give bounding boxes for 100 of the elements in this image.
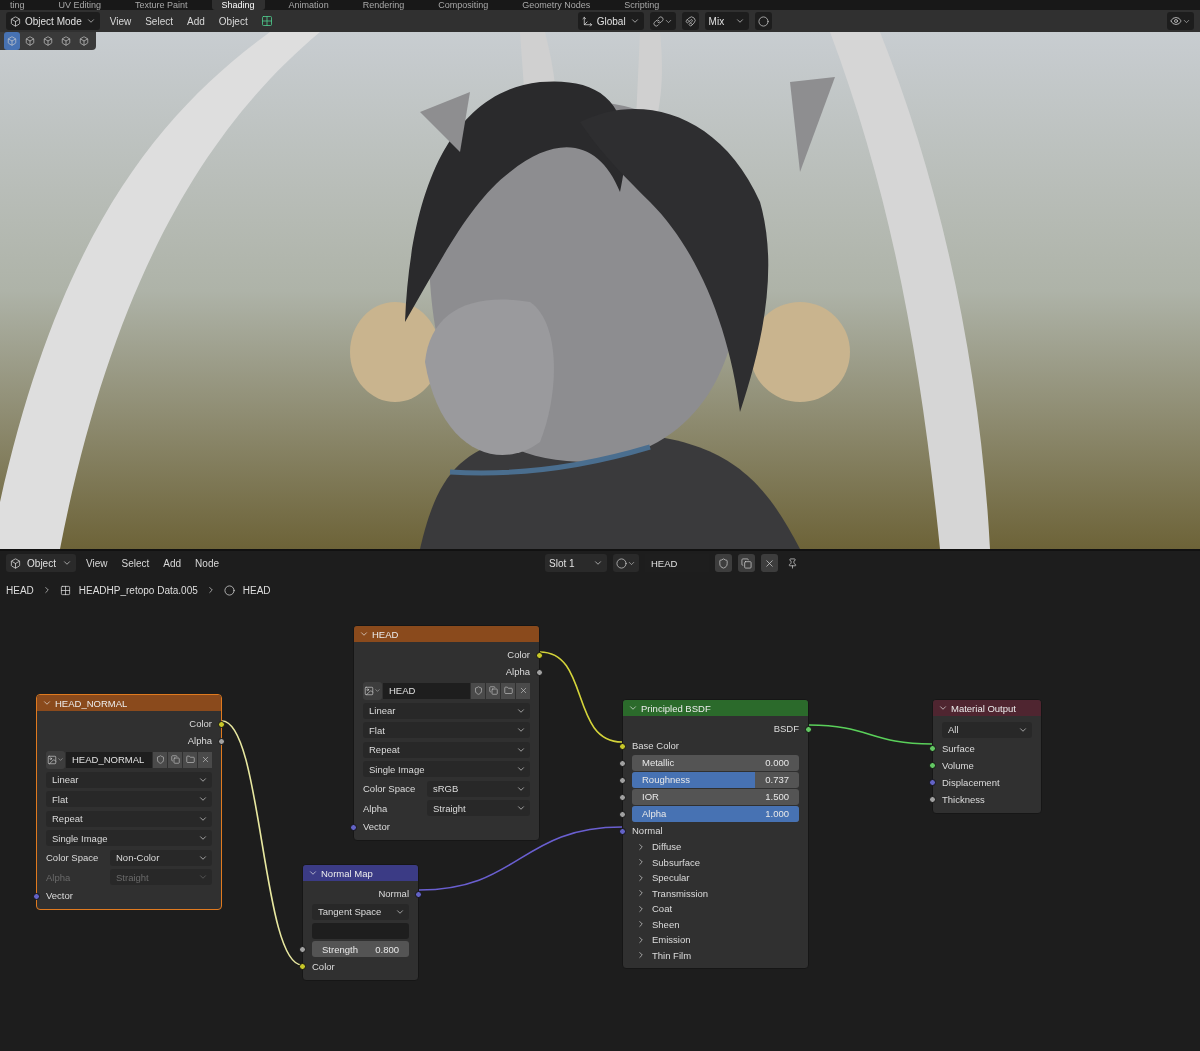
node-dropdown[interactable]: Single Image: [363, 761, 530, 778]
panel-toggle[interactable]: Coat: [632, 903, 673, 915]
panel-toggle[interactable]: Subsurface: [632, 856, 701, 868]
node-header[interactable]: HEAD_NORMAL: [37, 695, 221, 711]
image-type-button[interactable]: [363, 681, 382, 700]
node-dropdown[interactable]: All: [942, 721, 1032, 738]
workspace-tab[interactable]: Shading: [211, 0, 265, 10]
close-button[interactable]: [198, 751, 212, 768]
node-card[interactable]: Principled BSDF BSDF Base Color Metallic 0.000 Roughness 0.737 IOR 1.500 Alpha 1.000 Normal Diffuse Subsurface Specular Transmission Coat Sheen Emission Thin Film: [622, 699, 809, 969]
node-dropdown[interactable]: Straight: [427, 800, 530, 817]
node-dropdown[interactable]: Tangent Space: [312, 903, 409, 920]
node-dropdown[interactable]: Linear: [363, 702, 530, 719]
node-card[interactable]: Normal Map Normal Tangent Space Strength 0.800 Color: [302, 864, 419, 981]
menu-item[interactable]: Select: [141, 12, 177, 30]
open-button[interactable]: [183, 751, 197, 768]
socket-dot[interactable]: [929, 762, 936, 769]
orientation-dropdown[interactable]: Global: [577, 12, 644, 30]
fake-user-button[interactable]: [153, 751, 167, 768]
socket-dot[interactable]: [299, 946, 306, 953]
duplicate-button[interactable]: [486, 682, 500, 699]
blend-dropdown[interactable]: Mix: [704, 12, 749, 30]
workspace-tab[interactable]: ting: [0, 0, 35, 10]
socket-dot[interactable]: [415, 890, 422, 898]
node-card[interactable]: HEAD Color Alpha HEAD Linear Flat Repeat Single Image Color Space sRGB Alpha Straight Vector: [353, 625, 540, 841]
node-card[interactable]: Material Output All Surface Volume Displacement Thickness: [932, 699, 1042, 814]
duplicate-button[interactable]: [168, 751, 182, 768]
object-dropdown[interactable]: Object: [6, 554, 76, 572]
menu-item[interactable]: View: [82, 554, 112, 572]
menu-item[interactable]: View: [105, 12, 136, 30]
fake-user-button[interactable]: [471, 682, 485, 699]
socket-dot[interactable]: [929, 779, 936, 786]
socket-dot[interactable]: [619, 742, 626, 750]
visibility-button[interactable]: [1167, 12, 1194, 30]
panel-toggle[interactable]: Diffuse: [632, 841, 682, 853]
socket-dot[interactable]: [218, 737, 225, 745]
value-slider[interactable]: Roughness 0.737: [632, 771, 799, 788]
close-button[interactable]: [761, 554, 778, 572]
panel-toggle[interactable]: Thin Film: [632, 949, 692, 961]
node-title: Principled BSDF: [641, 702, 711, 714]
snap-button[interactable]: [681, 12, 699, 30]
node-dropdown[interactable]: sRGB: [427, 780, 530, 797]
socket-dot[interactable]: [805, 725, 812, 733]
panel-toggle[interactable]: Transmission: [632, 887, 709, 899]
image-name-field[interactable]: HEAD: [383, 682, 470, 699]
mode-dropdown[interactable]: Object Mode: [6, 12, 100, 30]
menu-item[interactable]: Add: [159, 554, 186, 572]
node-header[interactable]: Material Output: [933, 700, 1041, 716]
panel-toggle[interactable]: Specular: [632, 872, 690, 884]
node-header[interactable]: HEAD: [354, 626, 539, 642]
socket-dot[interactable]: [929, 745, 936, 752]
value-slider[interactable]: Alpha 1.000: [632, 805, 799, 822]
image-name-field[interactable]: HEAD_NORMAL: [66, 751, 152, 768]
node-dropdown[interactable]: Linear: [46, 771, 212, 788]
menu-item[interactable]: Object: [214, 12, 252, 30]
value-field[interactable]: Strength 0.800: [312, 941, 409, 957]
socket-dot[interactable]: [619, 776, 626, 784]
proportional-button[interactable]: [754, 12, 772, 30]
pivot-button[interactable]: [649, 12, 676, 30]
node-header[interactable]: Principled BSDF: [623, 700, 808, 716]
socket-dot[interactable]: [929, 796, 936, 803]
node-dropdown[interactable]: Flat: [363, 722, 530, 739]
menu-item[interactable]: Select: [117, 554, 154, 572]
workspace-tab[interactable]: Animation: [278, 0, 339, 10]
material-browse-button[interactable]: [613, 554, 639, 572]
node-dropdown[interactable]: Single Image: [46, 830, 212, 847]
workspace-tab[interactable]: Geometry Nodes: [512, 0, 601, 10]
slot-dropdown[interactable]: Slot 1: [545, 554, 607, 572]
socket-dot[interactable]: [218, 720, 225, 728]
value-field[interactable]: IOR 1.500: [632, 788, 799, 805]
socket-dot[interactable]: [299, 963, 306, 970]
node-dropdown[interactable]: Non-Color: [110, 849, 212, 866]
socket-dot[interactable]: [33, 892, 40, 900]
node-header[interactable]: Normal Map: [303, 865, 418, 881]
workspace-tab[interactable]: Compositing: [428, 0, 499, 10]
select-mode-button[interactable]: [4, 32, 20, 50]
chevron-right-icon: [636, 903, 646, 914]
value-field[interactable]: Metallic 0.000: [632, 754, 799, 771]
workspace-tab[interactable]: Scripting: [614, 0, 670, 10]
socket-dot[interactable]: [619, 827, 626, 835]
socket-dot[interactable]: [350, 823, 357, 831]
close-button[interactable]: [516, 682, 530, 699]
node-dropdown[interactable]: Flat: [46, 791, 212, 808]
panel-toggle[interactable]: Sheen: [632, 918, 680, 930]
workspace-tab[interactable]: UV Editing: [48, 0, 112, 10]
socket-dot[interactable]: [536, 668, 543, 676]
node-dropdown[interactable]: Repeat: [46, 810, 212, 827]
duplicate-button[interactable]: [738, 554, 755, 572]
workspace-tab[interactable]: Texture Paint: [125, 0, 198, 10]
image-type-button[interactable]: [46, 750, 65, 769]
workspace-tab[interactable]: Rendering: [352, 0, 415, 10]
socket-dot[interactable]: [619, 793, 626, 801]
menu-item[interactable]: Add: [183, 12, 209, 30]
socket-dot[interactable]: [619, 810, 626, 818]
socket-dot[interactable]: [619, 759, 626, 767]
open-button[interactable]: [501, 682, 515, 699]
panel-toggle[interactable]: Emission: [632, 934, 691, 946]
menu-item[interactable]: Node: [191, 554, 223, 572]
socket-dot[interactable]: [536, 651, 543, 659]
fake-user-button[interactable]: [715, 554, 732, 572]
node-dropdown[interactable]: Repeat: [363, 741, 530, 758]
